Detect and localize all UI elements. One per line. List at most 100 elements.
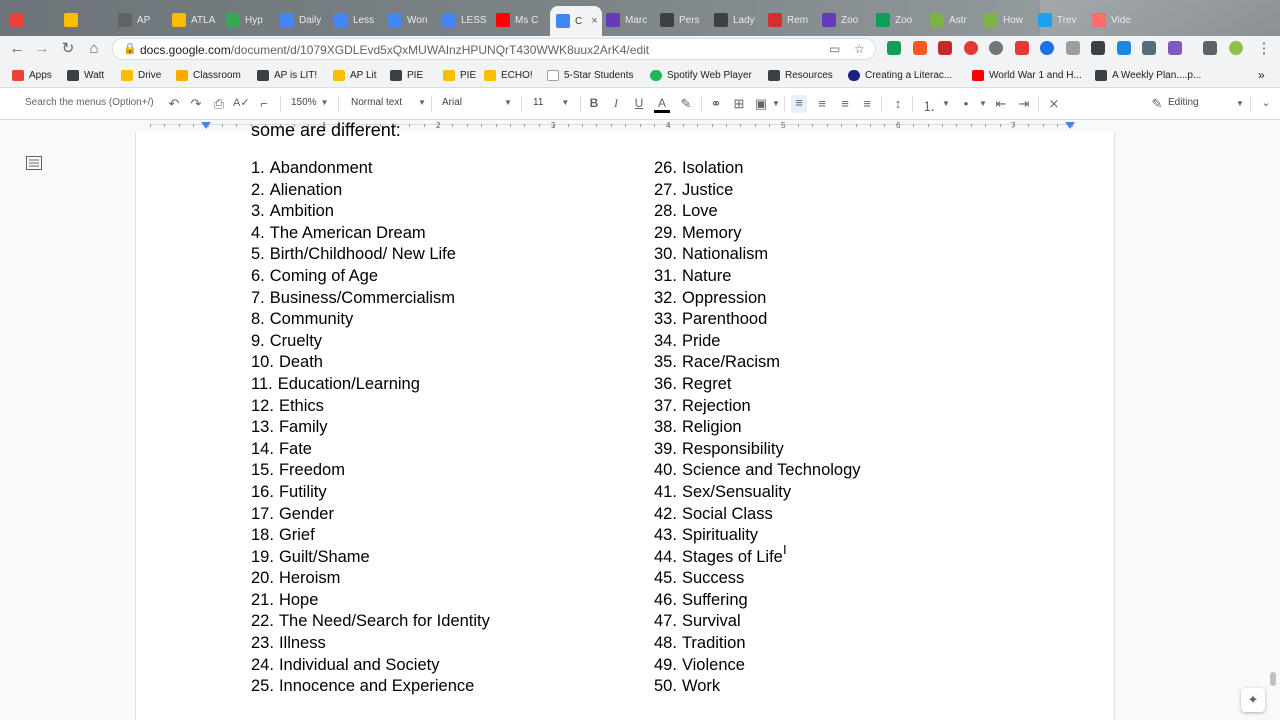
list-item[interactable]: 43. Spirituality <box>654 526 861 548</box>
browser-tab[interactable]: Ms C <box>496 8 546 32</box>
reload-icon[interactable]: ↻ <box>59 40 77 58</box>
explore-button[interactable]: ✦ <box>1241 688 1265 712</box>
bookmark-item[interactable]: AP is LIT! <box>257 68 317 82</box>
document-outline-icon[interactable] <box>26 156 42 170</box>
bookmark-item[interactable]: World War 1 and H... <box>972 68 1082 82</box>
list-item[interactable]: 21. Hope <box>251 591 490 613</box>
more-bookmarks-chevron-icon[interactable]: » <box>1258 68 1265 82</box>
list-item[interactable]: 1. Abandonment <box>251 159 490 181</box>
list-item[interactable]: 30. Nationalism <box>654 245 861 267</box>
redo-icon[interactable]: ↷ <box>188 96 204 112</box>
browser-tab[interactable]: Daily <box>280 8 330 32</box>
dropdown-caret-icon[interactable]: ▼ <box>938 99 954 108</box>
bulleted-list-icon[interactable]: • <box>958 96 974 111</box>
bookmark-item[interactable]: 5-Star Students <box>547 68 633 82</box>
browser-tab[interactable]: Pers <box>660 8 710 32</box>
align-center-icon[interactable]: ≡ <box>814 96 830 111</box>
close-tab-icon[interactable]: × <box>591 15 597 27</box>
list-item[interactable]: 18. Grief <box>251 526 490 548</box>
list-item[interactable]: 17. Gender <box>251 505 490 527</box>
extension-icon[interactable] <box>913 41 927 55</box>
font-family-select[interactable]: Arial ▼ <box>442 97 512 108</box>
bookmark-item[interactable]: AP Lit <box>333 68 377 82</box>
browser-tab[interactable]: How <box>984 8 1034 32</box>
left-indent-marker[interactable] <box>201 122 211 129</box>
browser-tab[interactable]: Zoo <box>822 8 872 32</box>
clear-formatting-icon[interactable]: ⨯ <box>1046 96 1062 112</box>
list-item[interactable]: 13. Family <box>251 418 490 440</box>
home-icon[interactable]: ⌂ <box>85 40 103 58</box>
list-item[interactable]: 8. Community <box>251 310 490 332</box>
editing-mode-select[interactable]: Editing <box>1168 97 1199 108</box>
browser-tab[interactable]: Lady <box>714 8 764 32</box>
list-item[interactable]: 25. Innocence and Experience <box>251 677 490 699</box>
undo-icon[interactable]: ↶ <box>166 96 182 112</box>
list-item[interactable]: 5. Birth/Childhood/ New Life <box>251 245 490 267</box>
add-comment-icon[interactable]: ⊞ <box>731 96 747 112</box>
browser-tab[interactable] <box>10 8 60 32</box>
align-right-icon[interactable]: ≡ <box>837 96 853 111</box>
font-size-select[interactable]: 11 ▼ <box>533 97 569 108</box>
url-text[interactable]: docs.google.com/document/d/1079XGDLEvd5x… <box>140 43 649 57</box>
bookmark-item[interactable]: Apps <box>12 68 52 82</box>
list-item[interactable]: 19. Guilt/Shame <box>251 548 490 570</box>
browser-tab[interactable]: Won <box>388 8 438 32</box>
profile-avatar[interactable] <box>1229 41 1243 55</box>
list-item[interactable]: 11. Education/Learning <box>251 375 490 397</box>
align-left-icon[interactable]: ≡ <box>791 95 807 113</box>
bookmark-item[interactable]: Drive <box>121 68 161 82</box>
bookmark-item[interactable]: ECHO! <box>484 68 533 82</box>
list-item[interactable]: 44. Stages of Life <box>654 548 861 570</box>
list-item[interactable]: 48. Tradition <box>654 634 861 656</box>
spellcheck-icon[interactable]: A✓ <box>233 96 250 109</box>
underline-icon[interactable]: U <box>631 96 647 110</box>
extension-icon[interactable] <box>1142 41 1156 55</box>
browser-tab[interactable]: Hyp <box>226 8 276 32</box>
highlight-color-icon[interactable]: ✎ <box>678 96 694 112</box>
list-item[interactable]: 41. Sex/Sensuality <box>654 483 861 505</box>
extension-icon[interactable] <box>964 41 978 55</box>
italic-icon[interactable]: I <box>608 96 624 111</box>
back-arrow-icon[interactable]: ← <box>8 40 26 58</box>
browser-tab[interactable]: Trev <box>1038 8 1088 32</box>
forward-arrow-icon[interactable]: → <box>33 40 51 58</box>
list-item[interactable]: 24. Individual and Society <box>251 656 490 678</box>
list-item[interactable]: 16. Futility <box>251 483 490 505</box>
list-item[interactable]: 28. Love <box>654 202 861 224</box>
list-item[interactable]: 40. Science and Technology <box>654 461 861 483</box>
browser-tab[interactable]: Astr <box>930 8 980 32</box>
line-spacing-icon[interactable]: ↕ <box>890 96 906 111</box>
sheets-extension-icon[interactable] <box>887 41 901 55</box>
browser-tab[interactable]: Less <box>334 8 384 32</box>
insert-link-icon[interactable]: ⚭ <box>708 96 724 112</box>
list-item[interactable]: 29. Memory <box>654 224 861 246</box>
decrease-indent-icon[interactable]: ⇤ <box>993 96 1009 112</box>
list-item[interactable]: 15. Freedom <box>251 461 490 483</box>
list-item[interactable]: 45. Success <box>654 569 861 591</box>
scrollbar-thumb[interactable] <box>1270 672 1276 686</box>
collapse-menu-chevron-icon[interactable]: ⌄ <box>1258 96 1274 109</box>
playlist-icon[interactable] <box>1203 41 1217 55</box>
paragraph-style-select[interactable]: Normal text ▼ <box>351 97 426 108</box>
browser-tab[interactable]: Rem <box>768 8 818 32</box>
extension-icon[interactable] <box>1091 41 1105 55</box>
bookmark-item[interactable]: Spotify Web Player <box>650 68 752 82</box>
extension-icon[interactable] <box>938 41 952 55</box>
document-page[interactable]: some are different: 1. Abandonment 2. Alien… <box>135 120 1115 720</box>
browser-tab[interactable]: Vide <box>1092 8 1142 32</box>
bookmark-star-icon[interactable]: ☆ <box>854 42 865 56</box>
browser-menu-icon[interactable]: ⋮ <box>1255 40 1273 58</box>
list-item[interactable]: 42. Social Class <box>654 505 861 527</box>
bookmark-item[interactable]: PIE <box>390 68 423 82</box>
list-item[interactable]: 26. Isolation <box>654 159 861 181</box>
list-item[interactable]: 22. The Need/Search for Identity <box>251 612 490 634</box>
extension-icon[interactable] <box>1015 41 1029 55</box>
list-item[interactable]: 35. Race/Racism <box>654 353 861 375</box>
list-item[interactable]: 50. Work <box>654 677 861 699</box>
browser-tab[interactable]: AP <box>118 8 168 32</box>
list-item[interactable]: 9. Cruelty <box>251 332 490 354</box>
bold-icon[interactable]: B <box>586 96 602 110</box>
browser-tab[interactable]: LESS <box>442 8 492 32</box>
list-item[interactable]: 14. Fate <box>251 440 490 462</box>
list-item[interactable]: 36. Regret <box>654 375 861 397</box>
